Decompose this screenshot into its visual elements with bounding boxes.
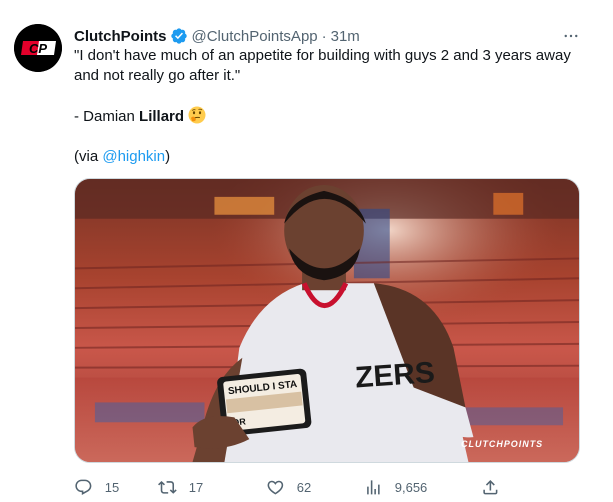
jersey-text: ZERS bbox=[354, 356, 436, 394]
more-button[interactable] bbox=[560, 25, 582, 47]
media-illustration: ZERS SHOULD I STA OR CLUTCHPOINTS bbox=[75, 179, 579, 462]
retweet-button[interactable]: 17 bbox=[158, 476, 203, 498]
watermark: CLUTCHPOINTS bbox=[461, 439, 543, 449]
reply-count: 15 bbox=[104, 479, 120, 495]
tweet-image[interactable]: ZERS SHOULD I STA OR CLUTCHPOINTS bbox=[74, 178, 580, 463]
share-icon bbox=[483, 479, 498, 495]
attribution-prefix: - Damian bbox=[74, 108, 140, 125]
avatar-text: CP bbox=[29, 41, 47, 56]
more-icon bbox=[564, 34, 578, 38]
tweet-text: "I don't have much of an appetite for bu… bbox=[74, 46, 574, 167]
handle[interactable]: @ClutchPointsApp bbox=[192, 28, 318, 45]
reply-button[interactable]: 15 bbox=[74, 476, 119, 498]
timestamp[interactable]: 31m bbox=[331, 28, 360, 45]
tweet-header: ClutchPoints @ClutchPointsApp · 31m bbox=[74, 26, 360, 46]
like-count: 62 bbox=[296, 479, 312, 495]
via-prefix: (via bbox=[74, 148, 103, 165]
retweet-icon bbox=[158, 480, 177, 494]
clutchpoints-logo: CP bbox=[14, 24, 62, 72]
retweet-count: 17 bbox=[188, 479, 204, 495]
views-count: 9,656 bbox=[394, 479, 428, 495]
display-name[interactable]: ClutchPoints bbox=[74, 28, 167, 45]
separator: · bbox=[321, 27, 327, 45]
quote-text: "I don't have much of an appetite for bu… bbox=[74, 47, 571, 84]
views-icon bbox=[367, 479, 380, 495]
like-button[interactable]: 62 bbox=[266, 476, 311, 498]
reply-icon bbox=[75, 479, 92, 495]
via-suffix: ) bbox=[165, 148, 171, 165]
avatar[interactable]: CP bbox=[14, 24, 62, 72]
attribution-name: Lillard bbox=[139, 108, 185, 125]
verified-badge-icon bbox=[170, 27, 188, 45]
via-line: (via @highkin) bbox=[74, 147, 574, 167]
share-button[interactable] bbox=[481, 476, 512, 498]
tweet-card[interactable]: CP ClutchPoints @ClutchPointsApp · 31m "… bbox=[0, 0, 613, 502]
action-bar: 15 17 62 9,656 bbox=[74, 476, 504, 498]
heart-icon bbox=[267, 480, 284, 495]
attribution: - Damian Lillard bbox=[74, 106, 574, 127]
via-link[interactable]: @highkin bbox=[102, 148, 165, 165]
views-button[interactable]: 9,656 bbox=[364, 476, 427, 498]
thinking-face-emoji bbox=[188, 106, 206, 124]
